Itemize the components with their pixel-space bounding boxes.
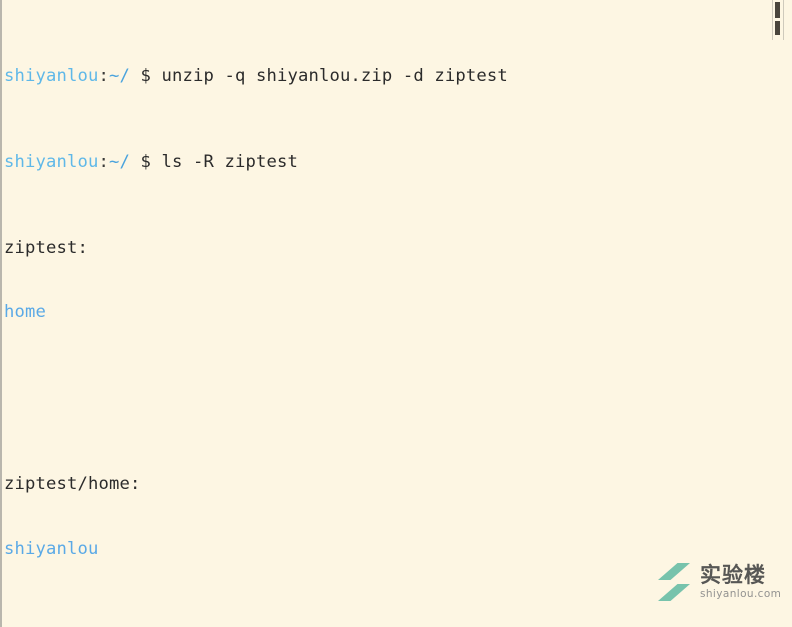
prompt-colon: : bbox=[98, 151, 109, 172]
watermark-name: 实验楼 bbox=[700, 562, 766, 587]
command-text-unzip: $ unzip -q shiyanlou.zip -d ziptest bbox=[129, 65, 508, 86]
prompt-path: ~/ bbox=[108, 65, 130, 86]
terminal-line-prompt-2: shiyanlou:~/ $ ls -R ziptest bbox=[4, 152, 770, 174]
prompt-user: shiyanlou bbox=[4, 151, 99, 172]
dir-entry-shiyanlou[interactable]: shiyanlou bbox=[4, 539, 98, 559]
listing-entries-ziptest: home bbox=[4, 302, 770, 324]
listing-entries-ziptest-home: shiyanlou bbox=[4, 539, 770, 561]
terminal-window[interactable]: shiyanlou:~/ $ unzip -q shiyanlou.zip -d… bbox=[0, 0, 792, 627]
watermark-logo: 实验楼 shiyanlou.com bbox=[657, 561, 781, 603]
prompt-path: ~/ bbox=[108, 151, 130, 172]
prompt-user: shiyanlou bbox=[4, 65, 99, 86]
listing-header-ziptest-home: ziptest/home: bbox=[4, 474, 141, 494]
watermark-text: 实验楼 shiyanlou.com bbox=[700, 562, 782, 601]
terminal-line-prompt-1: shiyanlou:~/ $ unzip -q shiyanlou.zip -d… bbox=[4, 66, 770, 88]
shiyanlou-logo-icon bbox=[658, 563, 690, 601]
scrollbar[interactable] bbox=[772, 0, 784, 40]
listing-header-ziptest: ziptest: bbox=[4, 237, 88, 258]
scrollbar-thumb-secondary[interactable] bbox=[775, 21, 780, 35]
command-text-ls: $ ls -R ziptest bbox=[129, 151, 298, 172]
prompt-colon: : bbox=[98, 65, 109, 86]
scrollbar-thumb[interactable] bbox=[775, 2, 780, 18]
dir-entry-home[interactable]: home bbox=[4, 302, 46, 322]
watermark-domain: shiyanlou.com bbox=[700, 587, 782, 600]
terminal-output-area[interactable]: shiyanlou:~/ $ unzip -q shiyanlou.zip -d… bbox=[2, 0, 770, 627]
